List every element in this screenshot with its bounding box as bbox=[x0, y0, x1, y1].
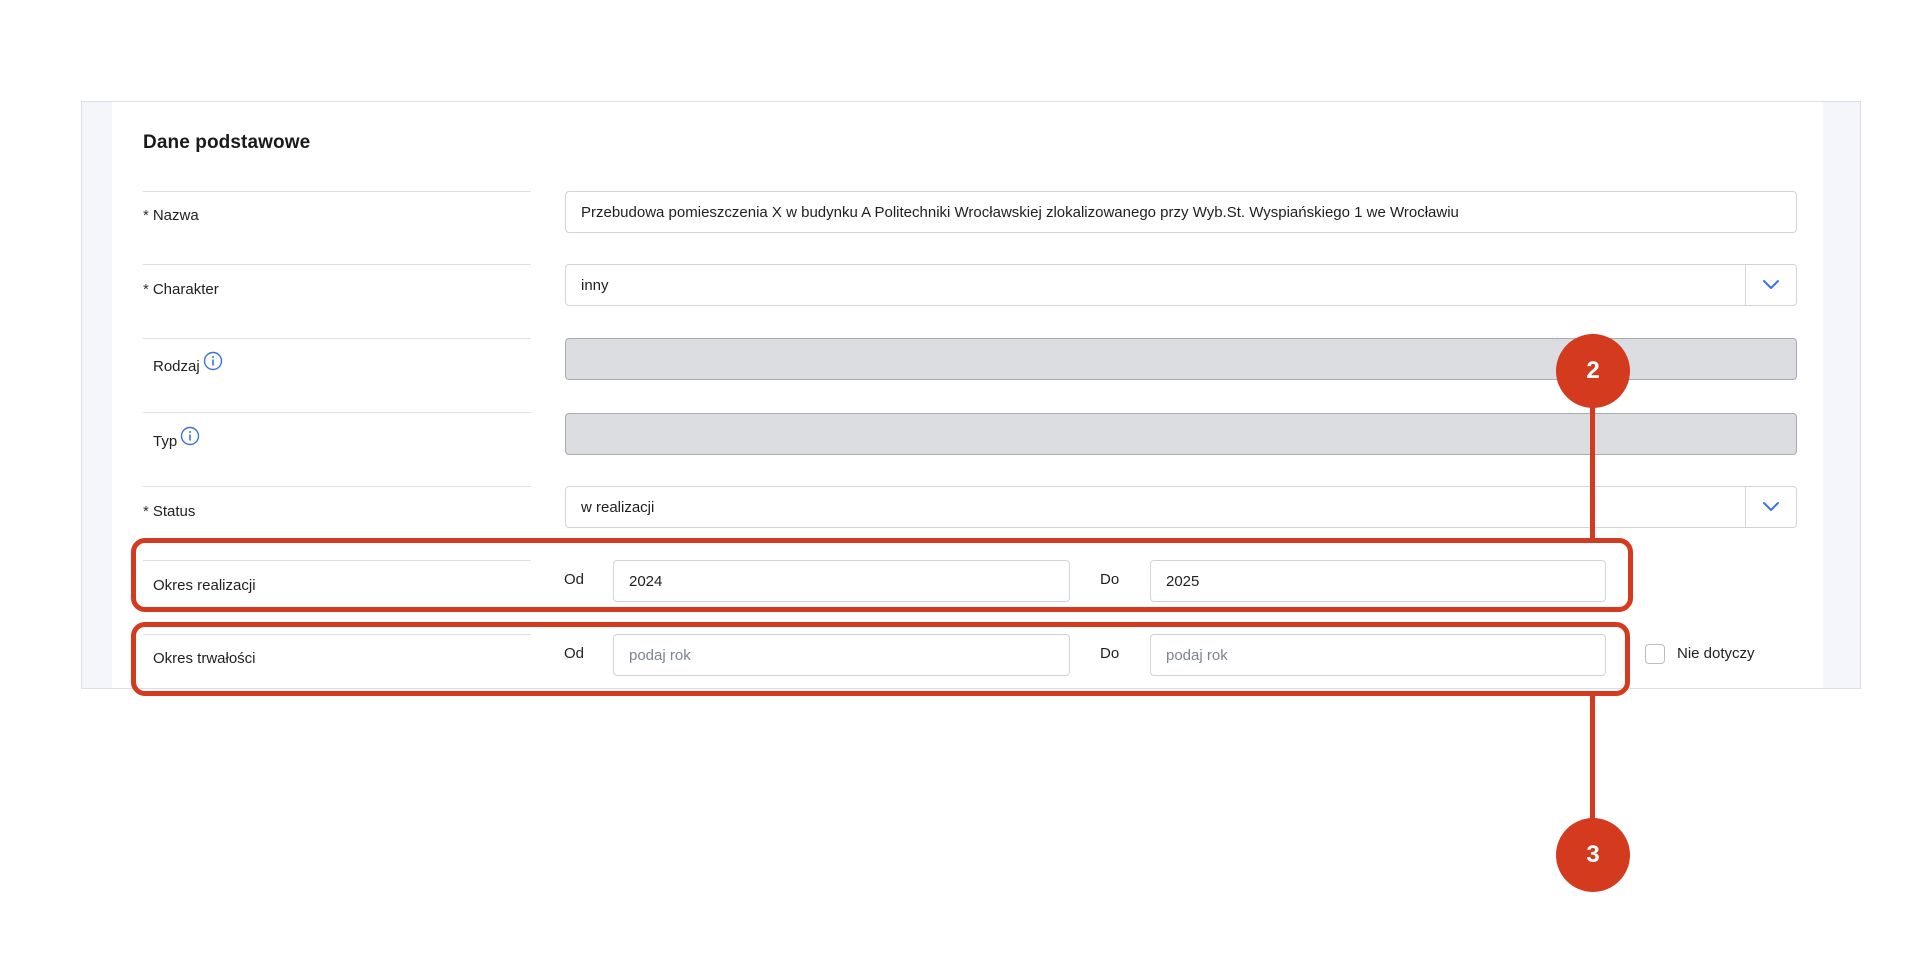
charakter-select[interactable]: inny bbox=[565, 264, 1797, 306]
row-divider bbox=[143, 191, 531, 192]
connector-3 bbox=[1590, 694, 1595, 824]
required-mark: * bbox=[143, 503, 149, 520]
charakter-label: * Charakter bbox=[143, 281, 219, 298]
rodzaj-label-text: Rodzaj bbox=[153, 357, 200, 375]
charakter-label-text: Charakter bbox=[152, 281, 219, 298]
section-title: Dane podstawowe bbox=[143, 132, 311, 153]
screen: Dane podstawowe * Nazwa Przebudowa pomie… bbox=[0, 0, 1919, 965]
required-mark: * bbox=[143, 281, 149, 298]
highlight-okres-trwalosci bbox=[131, 622, 1630, 696]
status-select[interactable]: w realizacji bbox=[565, 486, 1797, 528]
status-dropdown-button[interactable] bbox=[1745, 487, 1796, 527]
nie-dotyczy-checkbox[interactable] bbox=[1645, 644, 1665, 664]
nie-dotyczy-label[interactable]: Nie dotyczy bbox=[1677, 645, 1755, 662]
annotation-badge-2: 2 bbox=[1556, 334, 1630, 408]
status-label-text: Status bbox=[152, 503, 196, 520]
info-icon[interactable] bbox=[203, 351, 223, 371]
typ-label: Typ bbox=[153, 426, 200, 451]
status-label: * Status bbox=[143, 503, 195, 520]
charakter-value: inny bbox=[581, 276, 609, 294]
row-divider bbox=[143, 412, 531, 413]
row-divider bbox=[143, 486, 531, 487]
nazwa-value: Przebudowa pomieszczenia X w budynku A P… bbox=[581, 203, 1459, 221]
required-mark: * bbox=[143, 207, 149, 224]
row-divider bbox=[143, 338, 531, 339]
rodzaj-label: Rodzaj bbox=[153, 351, 223, 376]
annotation-badge-3: 3 bbox=[1556, 818, 1630, 892]
nazwa-label-text: Nazwa bbox=[152, 207, 199, 224]
charakter-dropdown-button[interactable] bbox=[1745, 265, 1796, 305]
status-value: w realizacji bbox=[581, 498, 655, 516]
nazwa-label: * Nazwa bbox=[143, 207, 199, 224]
chevron-down-icon bbox=[1763, 280, 1779, 289]
info-icon[interactable] bbox=[180, 426, 200, 446]
row-divider bbox=[143, 264, 531, 265]
nazwa-input[interactable]: Przebudowa pomieszczenia X w budynku A P… bbox=[565, 191, 1797, 233]
typ-label-text: Typ bbox=[153, 432, 178, 450]
connector-2 bbox=[1590, 400, 1595, 540]
highlight-okres-realizacji bbox=[131, 538, 1633, 612]
typ-input bbox=[565, 413, 1797, 455]
chevron-down-icon bbox=[1763, 502, 1779, 511]
